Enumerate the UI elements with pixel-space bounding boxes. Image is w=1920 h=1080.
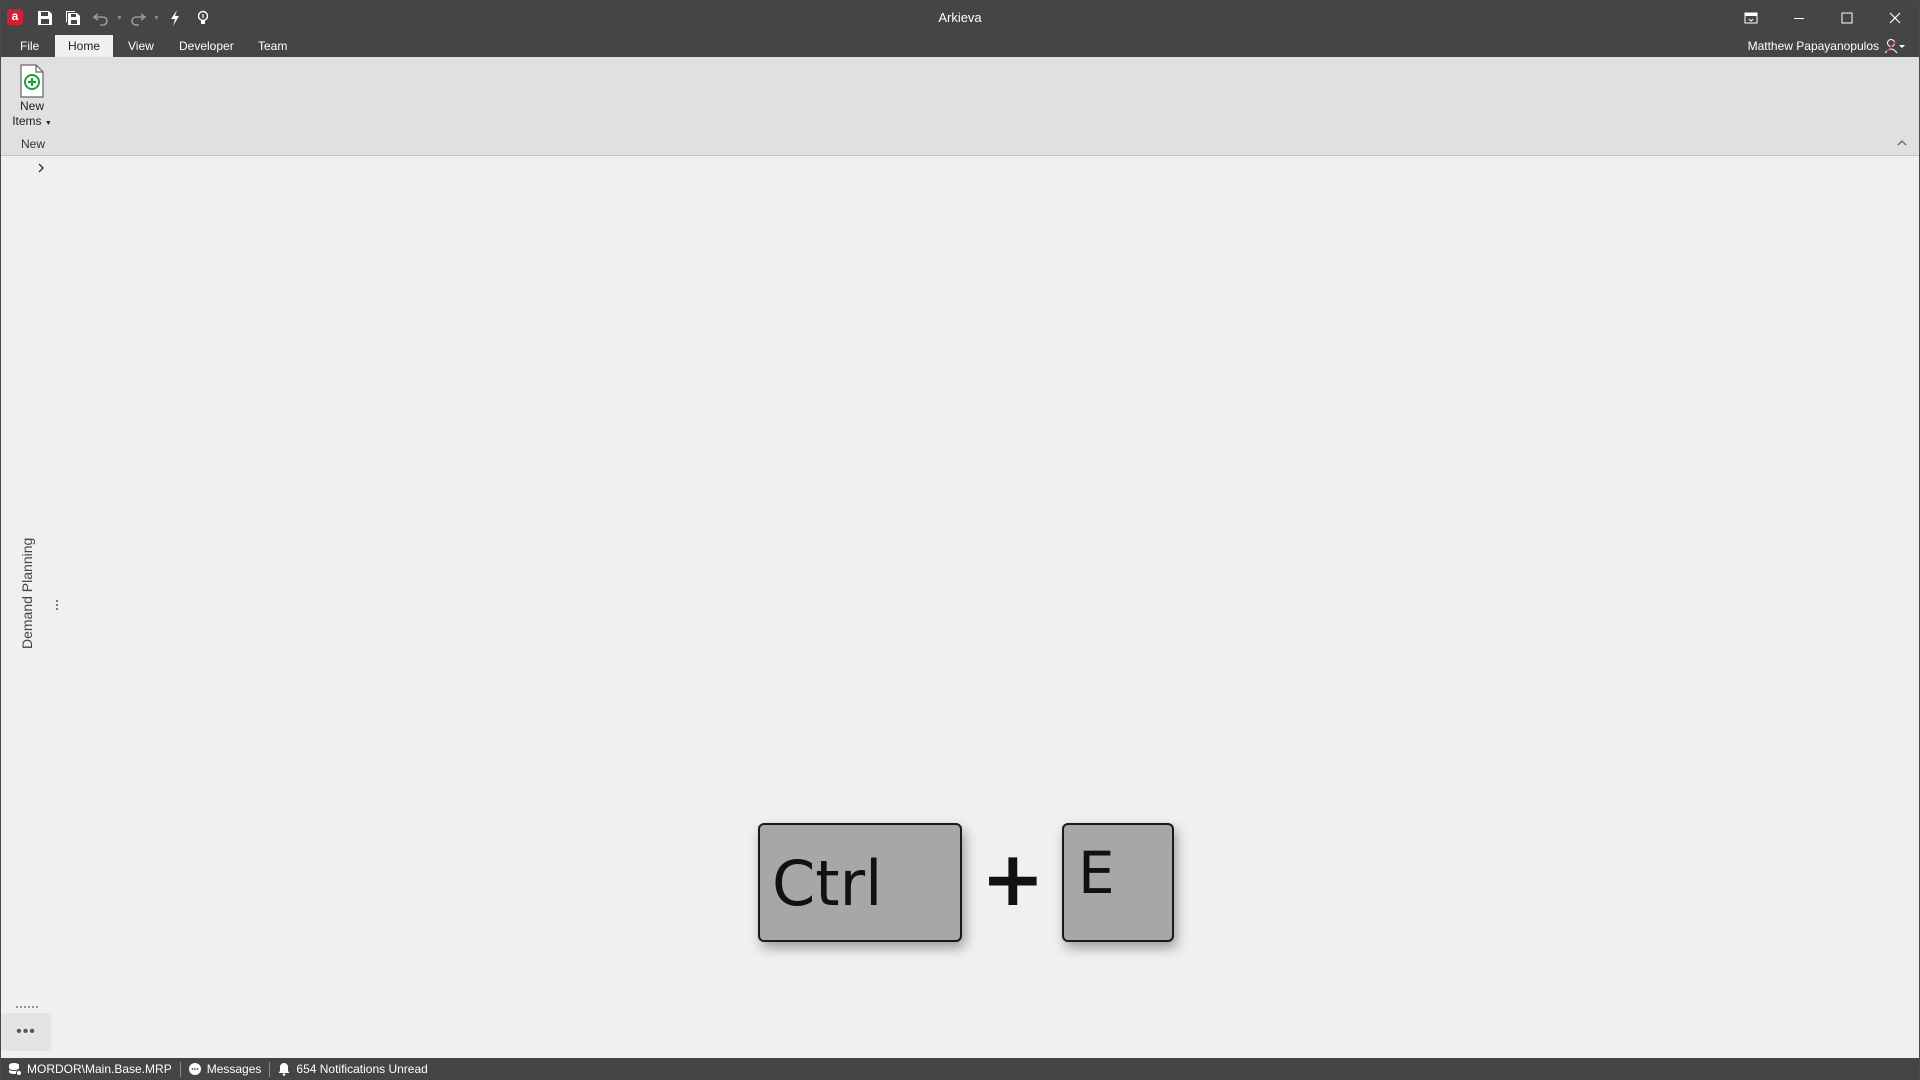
- database-icon: [8, 1063, 22, 1076]
- minimize-button[interactable]: [1775, 1, 1823, 34]
- chevron-up-icon: [1897, 140, 1907, 146]
- minimize-icon: [1794, 17, 1804, 19]
- new-items-label-line1: New: [19, 99, 44, 113]
- key-ctrl-label: Ctrl: [772, 847, 883, 920]
- tab-home[interactable]: Home: [55, 35, 114, 57]
- new-document-icon: [20, 64, 44, 98]
- key-ctrl: Ctrl: [758, 823, 962, 942]
- panel-resize-handle[interactable]: [15, 998, 39, 1008]
- key-plus: +: [981, 834, 1045, 923]
- tab-file[interactable]: File: [7, 35, 52, 57]
- status-messages-label: Messages: [206, 1062, 262, 1076]
- close-icon: [1889, 12, 1901, 23]
- status-bar: MORDOR\Main.Base.MRP Messages 654 Notifi…: [1, 1058, 1919, 1080]
- bell-icon: [278, 1063, 290, 1076]
- ribbon-display-options-button[interactable]: [1727, 1, 1775, 34]
- chevron-right-icon: [38, 163, 44, 173]
- title-bar: a ▼ ▼ Arkieva: [1, 1, 1919, 34]
- status-notifications[interactable]: 654 Notifications Unread: [270, 1058, 435, 1080]
- maximize-icon: [1841, 12, 1853, 23]
- dropdown-caret-icon: ▼: [44, 120, 52, 127]
- splitter-handle[interactable]: [55, 599, 59, 613]
- maximize-button[interactable]: [1823, 1, 1871, 34]
- status-database[interactable]: MORDOR\Main.Base.MRP: [1, 1058, 180, 1080]
- close-button[interactable]: [1871, 1, 1919, 34]
- tab-view[interactable]: View: [115, 35, 167, 57]
- new-items-label-line2: Items ▼: [12, 114, 52, 128]
- new-items-button[interactable]: New Items ▼: [7, 61, 57, 135]
- status-database-label: MORDOR\Main.Base.MRP: [27, 1062, 172, 1076]
- expand-panel-button[interactable]: [35, 161, 47, 175]
- more-options-button[interactable]: •••: [1, 1013, 51, 1051]
- vertical-dots-icon: [56, 600, 58, 610]
- ribbon-group-label: New: [20, 137, 45, 151]
- window-title: Arkieva: [938, 10, 982, 25]
- key-e-label: E: [1078, 839, 1115, 907]
- app-window: a ▼ ▼ Arkieva File Home View Developer T…: [0, 0, 1920, 1080]
- tab-team[interactable]: Team: [245, 35, 300, 57]
- ribbon-display-icon: [1744, 12, 1758, 23]
- user-menu[interactable]: Matthew Papayanopulos: [1748, 38, 1905, 54]
- tab-developer[interactable]: Developer: [166, 35, 247, 57]
- status-notifications-label: 654 Notifications Unread: [296, 1062, 428, 1076]
- status-messages[interactable]: Messages: [181, 1058, 270, 1080]
- horizontal-dots-icon: [16, 1006, 38, 1008]
- side-panel-label[interactable]: Demand Planning: [19, 538, 37, 649]
- ribbon-panel: New Items ▼ New: [1, 57, 1919, 156]
- user-name: Matthew Papayanopulos: [1747, 39, 1879, 53]
- chat-bubble-icon: [188, 1063, 201, 1075]
- key-e: E: [1062, 823, 1174, 942]
- collapse-ribbon-button[interactable]: [1895, 137, 1909, 149]
- user-avatar-icon: [1885, 38, 1905, 54]
- window-controls: [1727, 1, 1919, 34]
- ribbon-tabs: File Home View Developer Team Matthew Pa…: [1, 34, 1919, 57]
